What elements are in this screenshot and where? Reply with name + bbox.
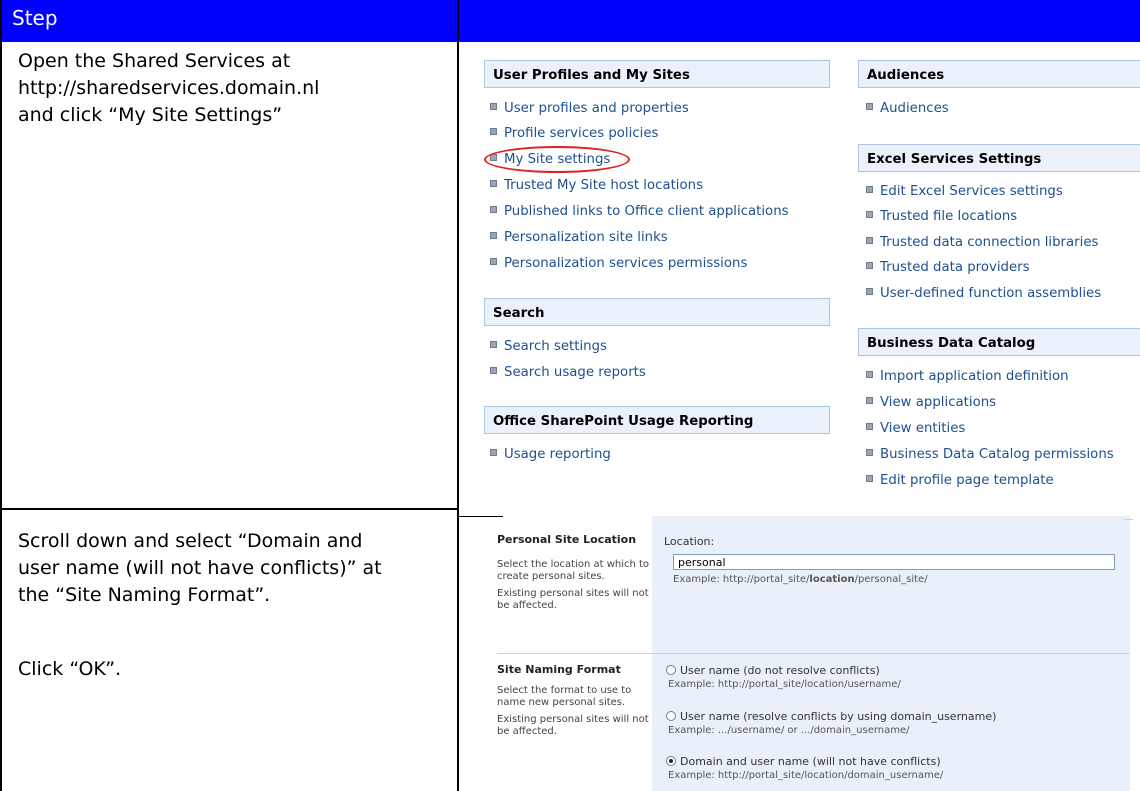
header-step-label: Step: [12, 6, 58, 30]
bullet-icon: [866, 423, 873, 430]
naming-desc-line: Select the format to use to: [497, 685, 632, 696]
section-business-data-catalog: Business Data Catalog: [858, 328, 1140, 356]
bullet-icon: [866, 262, 873, 269]
row-divider: [0, 508, 459, 510]
link-trusted-file-locations[interactable]: Trusted file locations: [866, 209, 1017, 224]
step-2-line: the “Site Naming Format”.: [18, 584, 271, 606]
section-excel-services: Excel Services Settings: [858, 144, 1140, 172]
bullet-icon: [490, 128, 497, 135]
location-field-label: Location:: [664, 535, 715, 548]
link-profile-policies[interactable]: Profile services policies: [490, 126, 658, 141]
bullet-icon: [490, 449, 497, 456]
link-usage-reporting[interactable]: Usage reporting: [490, 447, 611, 462]
form-section-divider: [497, 653, 1130, 654]
link-edit-profile-page-template[interactable]: Edit profile page template: [866, 473, 1054, 488]
link-user-profiles[interactable]: User profiles and properties: [490, 101, 689, 116]
bullet-icon: [866, 186, 873, 193]
step-2-line: Scroll down and select “Domain and: [18, 530, 363, 552]
radio-domain-and-username[interactable]: [666, 756, 676, 766]
link-view-entities[interactable]: View entities: [866, 421, 965, 436]
bullet-icon: [866, 211, 873, 218]
bullet-icon: [866, 288, 873, 295]
section-user-profiles: User Profiles and My Sites: [484, 60, 830, 88]
radio-username-resolve[interactable]: [666, 711, 676, 721]
link-personalization-site-links[interactable]: Personalization site links: [490, 230, 668, 245]
step-2-instruction: Scroll down and select “Domain and user …: [18, 528, 382, 609]
naming-note-line: Existing personal sites will not: [497, 714, 649, 725]
form-edge-mark: [1125, 519, 1133, 520]
naming-section-title: Site Naming Format: [497, 663, 621, 676]
table-border-left: [0, 0, 2, 791]
step-2-line: user name (will not have conflicts)” at: [18, 557, 382, 579]
section-search: Search: [484, 298, 830, 326]
location-desc: Select the location at which to create p…: [497, 559, 649, 583]
step-1-line: and click “My Site Settings”: [18, 104, 283, 126]
section-audiences: Audiences: [858, 60, 1140, 88]
step-1-line: http://sharedservices.domain.nl: [18, 77, 320, 99]
bullet-icon: [490, 367, 497, 374]
option-example: Example: http://portal_site/location/dom…: [668, 770, 944, 781]
bullet-icon: [490, 103, 497, 110]
link-import-application-definition[interactable]: Import application definition: [866, 369, 1069, 384]
link-bdc-permissions[interactable]: Business Data Catalog permissions: [866, 447, 1114, 462]
bullet-icon: [490, 232, 497, 239]
naming-note-line: be affected.: [497, 726, 557, 737]
bullet-icon: [866, 103, 873, 110]
naming-desc-line: name new personal sites.: [497, 697, 626, 708]
highlight-circle: [484, 146, 630, 173]
link-trusted-data-connection-libraries[interactable]: Trusted data connection libraries: [866, 235, 1098, 250]
link-personalization-permissions[interactable]: Personalization services permissions: [490, 256, 747, 271]
option-label[interactable]: Domain and user name (will not have conf…: [680, 755, 941, 768]
row-divider-stub: [459, 516, 503, 517]
link-search-usage-reports[interactable]: Search usage reports: [490, 365, 646, 380]
bullet-icon: [866, 475, 873, 482]
bullet-icon: [866, 237, 873, 244]
option-label[interactable]: User name (resolve conflicts by using do…: [680, 710, 996, 723]
location-note-line: be affected.: [497, 600, 557, 611]
bullet-icon: [866, 449, 873, 456]
table-header: Step: [0, 0, 1140, 42]
location-note-line: Existing personal sites will not: [497, 588, 649, 599]
option-example: Example: http://portal_site/location/use…: [668, 679, 901, 690]
option-label[interactable]: User name (do not resolve conflicts): [680, 664, 880, 677]
radio-username-no-resolve[interactable]: [666, 665, 676, 675]
location-note: Existing personal sites will not be affe…: [497, 588, 649, 612]
column-divider: [457, 0, 459, 791]
step-2-ok-instruction: Click “OK”.: [18, 658, 122, 680]
bullet-icon: [490, 258, 497, 265]
step-1-line: Open the Shared Services at: [18, 50, 291, 72]
naming-note: Existing personal sites will not be affe…: [497, 714, 649, 738]
location-desc-line: create personal sites.: [497, 571, 605, 582]
section-usage-reporting: Office SharePoint Usage Reporting: [484, 406, 830, 434]
location-section-title: Personal Site Location: [497, 533, 637, 546]
step-1-instruction: Open the Shared Services at http://share…: [18, 48, 319, 129]
bullet-icon: [490, 180, 497, 187]
bullet-icon: [490, 206, 497, 213]
bullet-icon: [866, 397, 873, 404]
link-search-settings[interactable]: Search settings: [490, 339, 607, 354]
instruction-table: Step Open the Shared Services at http://…: [0, 0, 1140, 791]
naming-desc: Select the format to use to name new per…: [497, 685, 631, 709]
link-trusted-host-locations[interactable]: Trusted My Site host locations: [490, 178, 703, 193]
link-udf-assemblies[interactable]: User-defined function assemblies: [866, 286, 1101, 301]
link-published-links[interactable]: Published links to Office client applica…: [490, 204, 789, 219]
location-input[interactable]: personal: [673, 554, 1115, 570]
option-example: Example: .../username/ or .../domain_use…: [668, 725, 910, 736]
link-trusted-data-providers[interactable]: Trusted data providers: [866, 260, 1030, 275]
link-audiences[interactable]: Audiences: [866, 101, 949, 116]
location-desc-line: Select the location at which to: [497, 559, 650, 570]
bullet-icon: [866, 371, 873, 378]
link-view-applications[interactable]: View applications: [866, 395, 996, 410]
link-edit-excel-settings[interactable]: Edit Excel Services settings: [866, 184, 1063, 199]
location-example: Example: http://portal_site/location/per…: [673, 574, 928, 585]
bullet-icon: [490, 341, 497, 348]
